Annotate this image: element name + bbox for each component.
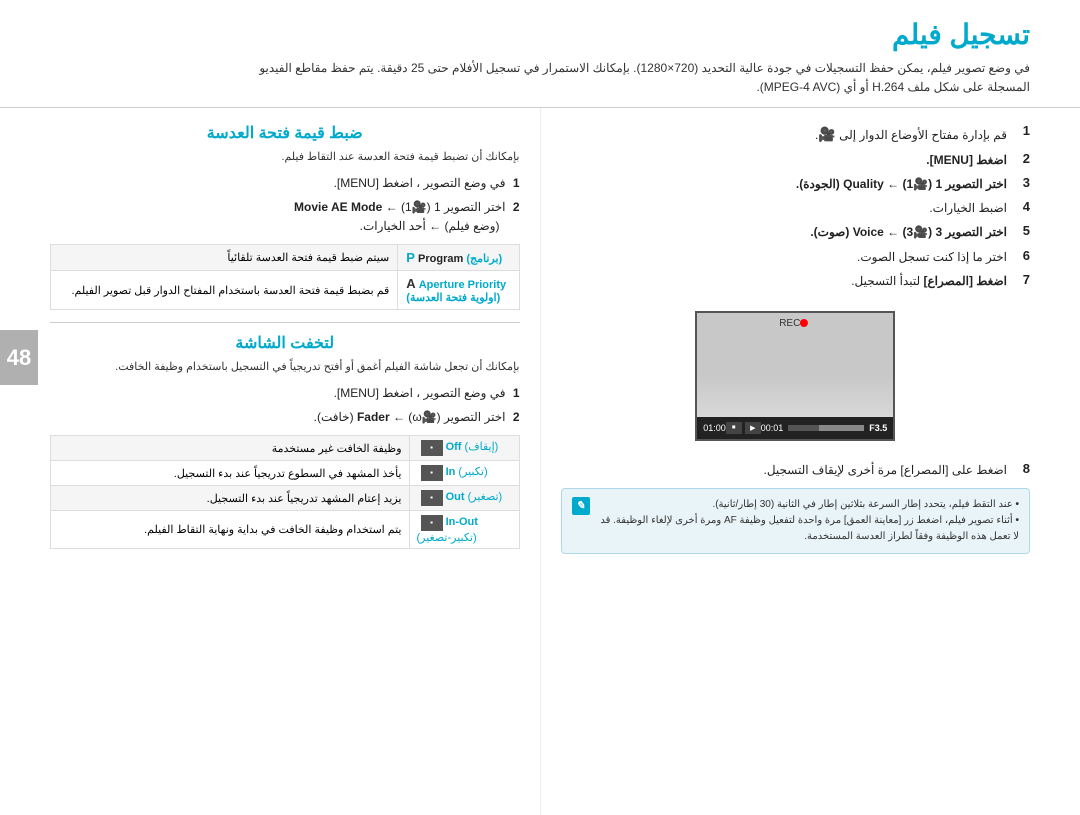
fader-section-title: لتخفت الشاشة xyxy=(50,333,520,353)
table-row: ▪ Off (إيقاف) وظيفة الخافت غير مستخدمة xyxy=(51,436,520,461)
camera-icons: ▶ ⏹ xyxy=(726,422,761,434)
fader-off-desc: وظيفة الخافت غير مستخدمة xyxy=(51,436,410,461)
page-title: تسجيل فيلم xyxy=(60,18,1030,51)
option-aperture-icon: A Aperture Priority (اولوية فتحة العدسة) xyxy=(398,271,519,310)
timeline-bar xyxy=(788,425,864,431)
header-section: تسجيل فيلم في وضع تصوير فيلم، يمكن حفظ ا… xyxy=(0,0,1080,108)
right-step-3: 3 اختر التصوير 1 (🎥1) ← Quality (الجودة)… xyxy=(561,175,1031,194)
program-description: سيتم ضبط قيمة فتحة العدسة تلقائياً xyxy=(51,245,398,271)
page-container: 48 تسجيل فيلم في وضع تصوير فيلم، يمكن حف… xyxy=(0,0,1080,815)
time-remaining: 01:00 xyxy=(703,423,726,433)
fader-out-label: ▪ Out (تصغير) xyxy=(409,486,519,511)
right-column: 1 قم بإدارة مفتاح الأوضاع الدوار إلى 🎥. … xyxy=(541,108,1080,815)
fader-step2: 2 اختر التصوير (🎥ω) ← Fader (خافت). xyxy=(50,408,520,427)
fader-mode: Fader xyxy=(357,410,390,424)
notes-box: ✎ • عند التقط فيلم، يتحدد إطار السرعة بث… xyxy=(561,488,1031,554)
desc-line2: المسجلة على شكل ملف H.264 أو أي (MPEG-4 … xyxy=(756,80,1030,94)
fader-table: ▪ Off (إيقاف) وظيفة الخافت غير مستخدمة ▪… xyxy=(50,435,520,549)
camera-preview: REC F3.5 00:01 ▶ xyxy=(695,311,895,441)
fader-in-desc: يأخذ المشهد في السطوع تدريجياً عند بدء ا… xyxy=(51,461,410,486)
divider xyxy=(50,322,520,323)
table-row: ▪ In-Out (تكبير-تصغير) يتم استخدام وظيفة… xyxy=(51,511,520,549)
note-icon: ✎ xyxy=(572,497,590,515)
aperture-step1: 1 في وضع التصوير ، اضغط [MENU]. xyxy=(50,174,520,193)
step-num: 1 xyxy=(513,176,520,190)
aperture-subtitle: بإمكانك أن تضبط قيمة فتحة العدسة عند الت… xyxy=(50,149,520,166)
time-elapsed: 00:01 xyxy=(761,423,784,433)
main-content: ضبط قيمة فتحة العدسة بإمكانك أن تضبط قيم… xyxy=(0,108,1080,815)
rec-label: REC xyxy=(779,318,800,329)
right-step-7: 7 اضغط [المصراع] لتبدأ التسجيل. xyxy=(561,272,1031,291)
aperture-label-en: Aperture Priority xyxy=(419,279,506,291)
table-row: A Aperture Priority (اولوية فتحة العدسة)… xyxy=(51,271,520,310)
aperture-options-table: P Program (برنامج) سيتم ضبط قيمة فتحة ال… xyxy=(50,244,520,310)
fader-inout-desc: يتم استخدام وظيفة الخافت في بداية ونهاية… xyxy=(51,511,410,549)
note-2: أثناء تصوير فيلم، اضغط زر [معاينة العمق]… xyxy=(600,515,1019,542)
fader-in-label: ▪ In (تكبير) xyxy=(409,461,519,486)
right-step-4: 4 اضبط الخيارات. xyxy=(561,199,1031,218)
cam-icon-1: ▶ xyxy=(745,422,761,434)
fader-off-label: ▪ Off (إيقاف) xyxy=(409,436,519,461)
note-content: • عند التقط فيلم، يتحدد إطار السرعة بثلا… xyxy=(572,497,1020,545)
aperture-label-ar: (اولوية فتحة العدسة) xyxy=(406,292,500,304)
fader-subtitle: بإمكانك أن تجعل شاشة الفيلم أغمق أو أفتح… xyxy=(50,359,520,376)
aperture-description: قم بضبط قيمة فتحة العدسة باستخدام المفتا… xyxy=(51,271,398,310)
step2-mode: Movie AE Mode xyxy=(294,200,382,214)
right-steps: 1 قم بإدارة مفتاح الأوضاع الدوار إلى 🎥. … xyxy=(561,123,1031,554)
right-step-1: 1 قم بإدارة مفتاح الأوضاع الدوار إلى 🎥. xyxy=(561,123,1031,145)
right-step-8: 8 اضغط على [المصراع] مرة أخرى لإيقاف الت… xyxy=(561,461,1031,480)
aperture-section-title: ضبط قيمة فتحة العدسة xyxy=(50,123,520,143)
program-label-en: Program xyxy=(418,253,463,265)
table-row: ▪ In (تكبير) يأخذ المشهد في السطوع تدريج… xyxy=(51,461,520,486)
cam-icon-2: ⏹ xyxy=(726,422,742,434)
table-row: P Program (برنامج) سيتم ضبط قيمة فتحة ال… xyxy=(51,245,520,271)
aperture-value: F3.5 xyxy=(869,423,887,433)
table-row: ▪ Out (تصغير) يزيد إعتام المشهد تدريجياً… xyxy=(51,486,520,511)
program-label-ar: (برنامج) xyxy=(466,253,502,265)
fader-inout-label: ▪ In-Out (تكبير-تصغير) xyxy=(409,511,519,549)
note-1: عند التقط فيلم، يتحدد إطار السرعة بثلاثي… xyxy=(712,499,1012,510)
camera-bottom-bar: F3.5 00:01 ▶ ⏹ 01:00 xyxy=(697,417,893,439)
right-step-6: 6 اختر ما إذا كنت تسجل الصوت. xyxy=(561,248,1031,267)
fader-out-desc: يزيد إعتام المشهد تدريجياً عند بدء التسج… xyxy=(51,486,410,511)
left-column: ضبط قيمة فتحة العدسة بإمكانك أن تضبط قيم… xyxy=(0,108,541,815)
step-num2: 2 xyxy=(513,200,520,214)
page-number: 48 xyxy=(0,330,38,385)
rec-dot xyxy=(800,319,808,327)
option-program-icon: P Program (برنامج) xyxy=(398,245,519,271)
timeline-fill xyxy=(819,425,865,431)
right-step-5: 5 اختر التصوير 3 (🎥3) ← Voice (صوت). xyxy=(561,223,1031,242)
right-step-2: 2 اضغط [MENU]. xyxy=(561,151,1031,170)
aperture-step2: 2 اختر التصوير 1 (🎥1) ← Movie AE Mode (و… xyxy=(50,198,520,236)
fader-step1: 1 في وضع التصوير ، اضغط [MENU]. xyxy=(50,384,520,403)
rec-indicator: REC xyxy=(779,318,811,329)
desc-line1: في وضع تصوير فيلم، يمكن حفظ التسجيلات في… xyxy=(259,61,1030,75)
header-description: في وضع تصوير فيلم، يمكن حفظ التسجيلات في… xyxy=(60,59,1030,97)
camera-preview-container: REC F3.5 00:01 ▶ xyxy=(561,301,1031,451)
